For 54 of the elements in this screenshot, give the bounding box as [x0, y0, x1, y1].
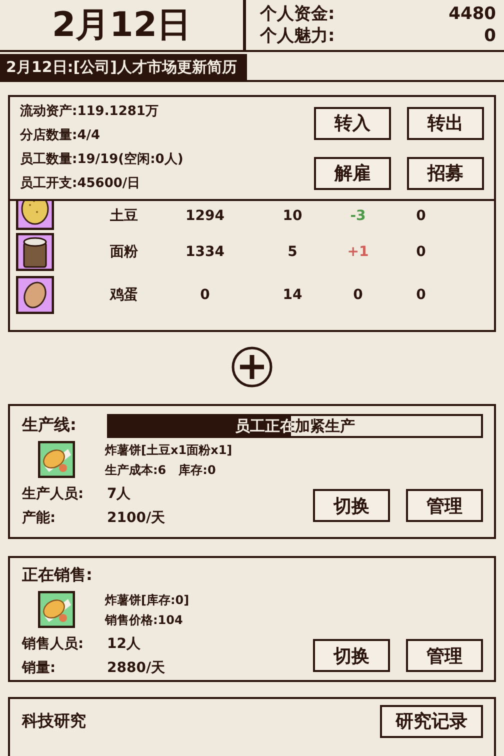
action-button[interactable]: 招募: [407, 156, 484, 190]
price-change: 0: [352, 286, 364, 303]
price-value: 10: [282, 208, 304, 224]
stat-value: 4480: [448, 3, 496, 25]
action-button[interactable]: 切换: [313, 489, 390, 522]
action-button[interactable]: 切换: [313, 639, 390, 672]
stock-count: 1294: [184, 208, 226, 224]
action-button[interactable]: 转出: [407, 106, 484, 140]
field-label: 销量:: [22, 658, 57, 678]
table-cell-text: 0: [415, 286, 427, 303]
add-button[interactable]: [231, 346, 273, 388]
table-cell-text: 0: [415, 208, 427, 224]
info-text: 员工开支:45600/日: [20, 175, 142, 194]
field-value: 2880/天: [107, 658, 166, 678]
food-icon: [38, 591, 75, 628]
info-text: 员工数量:19/19(空闲:0人): [20, 150, 184, 170]
section-title: 正在销售:: [22, 565, 94, 586]
action-button[interactable]: 管理: [406, 639, 483, 672]
stock-count: 0: [199, 286, 211, 303]
info-text: 分店数量:4/4: [20, 126, 102, 146]
research-log-button[interactable]: 研究记录: [380, 704, 483, 738]
field-value: 2100/天: [107, 508, 166, 528]
egg-icon: [16, 276, 54, 314]
info-text: 流动资产:119.1281万: [20, 102, 160, 122]
price-change: +1: [346, 244, 370, 260]
plus-icon: [231, 346, 273, 388]
section-title: 生产线:: [22, 415, 78, 436]
product-detail: 销售价格:104: [105, 612, 184, 629]
item-name: 土豆: [110, 206, 139, 225]
product-name: 炸薯饼[土豆x1面粉x1]: [105, 442, 232, 459]
field-value: 12人: [107, 634, 140, 654]
section-title: 科技研究: [22, 710, 86, 732]
date-title: 2月12日: [0, 0, 246, 50]
action-button[interactable]: 转入: [314, 106, 391, 140]
action-button[interactable]: 解雇: [314, 156, 391, 190]
field-label: 产能:: [22, 508, 57, 528]
stat-label: 个人魅力:: [260, 25, 335, 47]
action-button[interactable]: 管理: [406, 489, 483, 522]
item-name: 面粉: [110, 242, 139, 261]
product-detail: 生产成本:6 库存:0: [105, 462, 217, 479]
stat-label: 个人资金:: [260, 3, 335, 25]
field-value: 7人: [107, 484, 131, 504]
product-name: 炸薯饼[库存:0]: [105, 592, 190, 609]
stock-count: 1334: [184, 244, 226, 260]
price-value: 14: [282, 286, 304, 303]
table-cell-text: 0: [415, 244, 427, 260]
price-value: 5: [286, 244, 298, 260]
stat-value: 0: [484, 25, 496, 47]
food-icon: [38, 441, 75, 478]
field-label: 销售人员:: [22, 634, 85, 654]
item-name: 鸡蛋: [110, 286, 139, 304]
sack-icon: [16, 232, 54, 271]
field-label: 生产人员:: [22, 484, 85, 504]
price-change: -3: [349, 208, 367, 224]
